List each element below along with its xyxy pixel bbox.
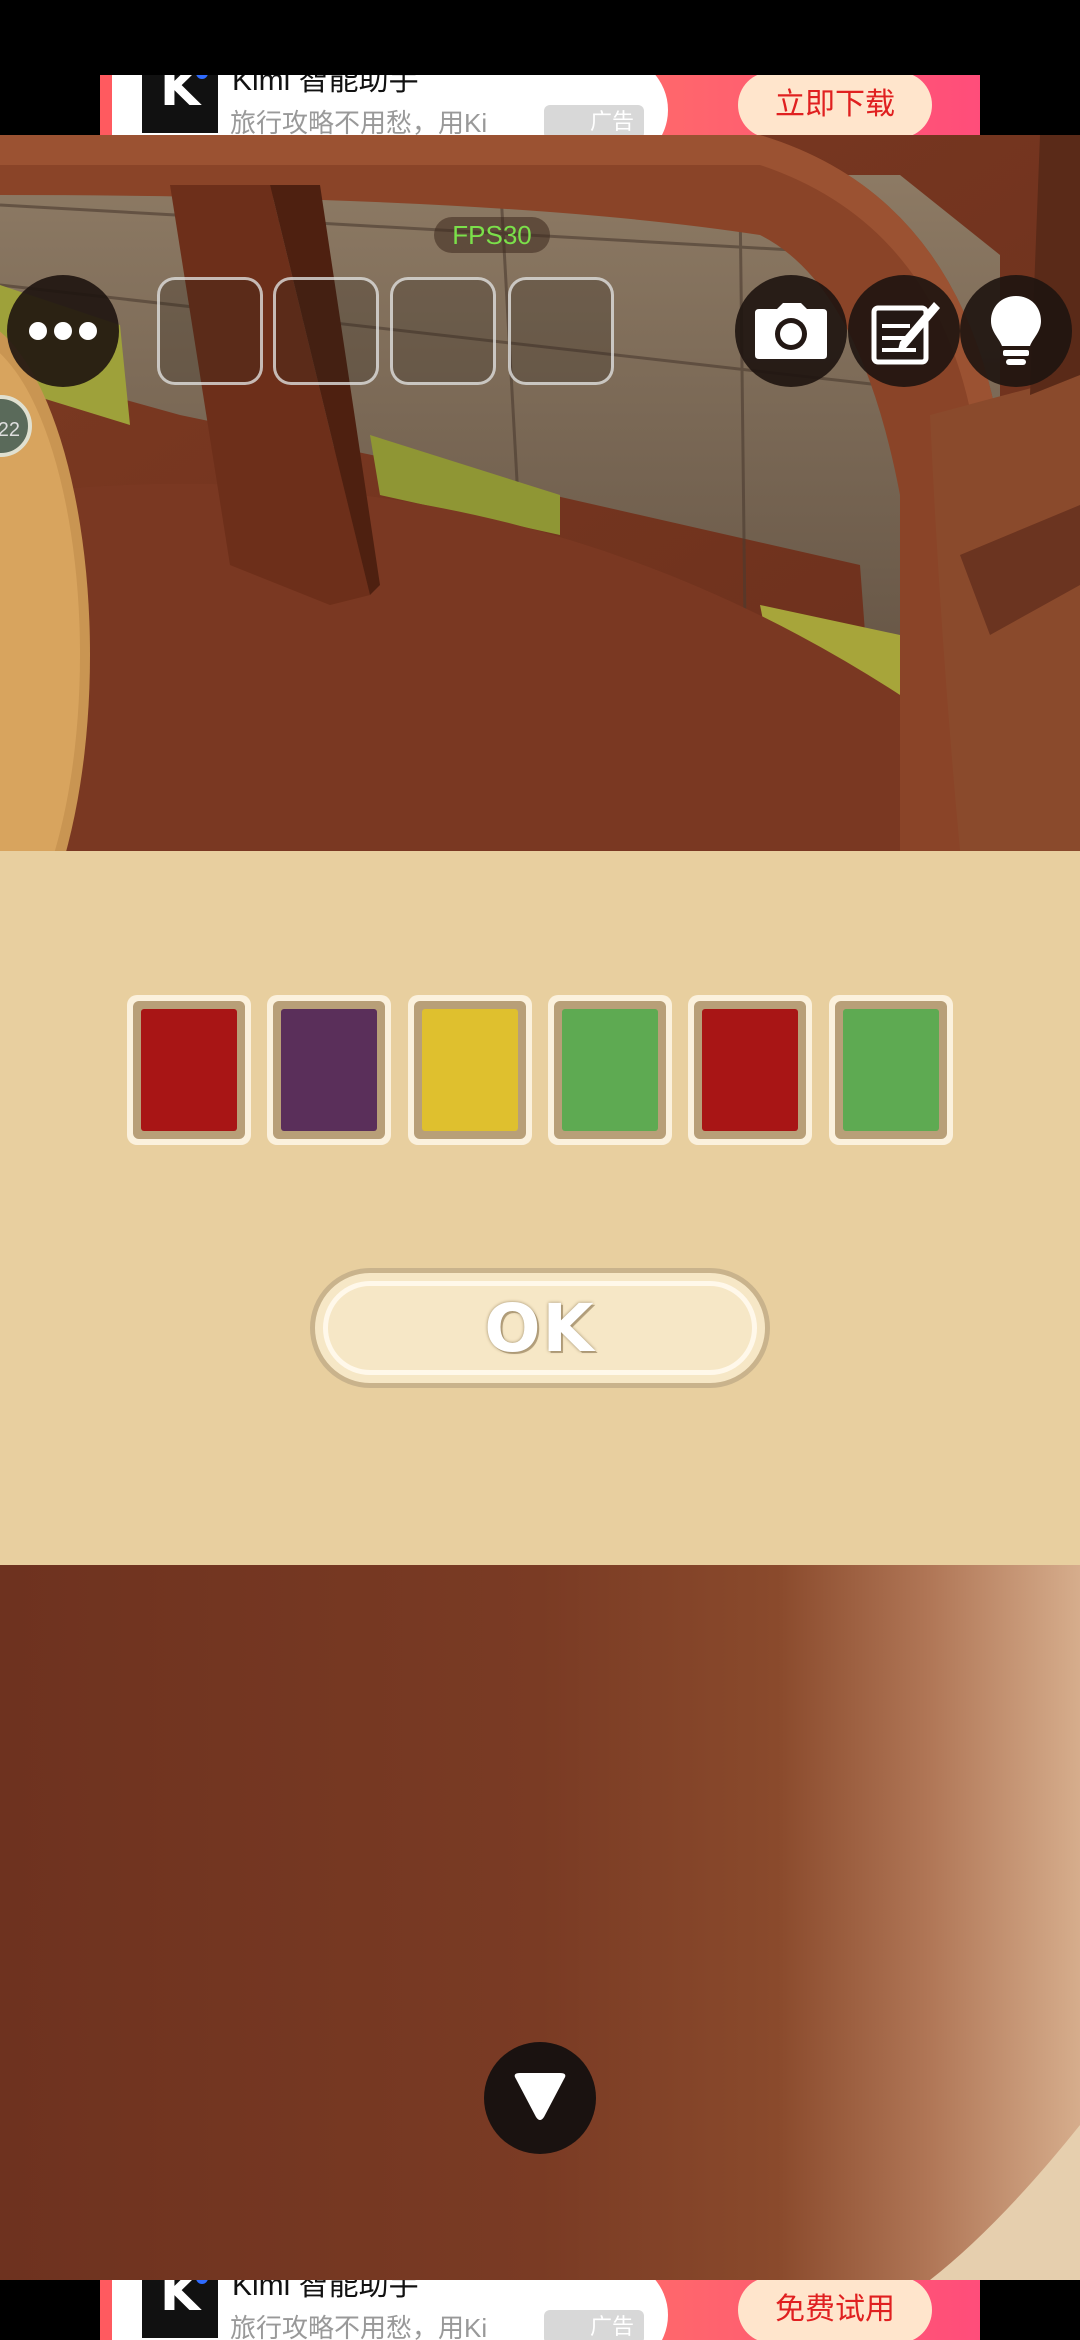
ad-title: Kimi 智能助手 <box>232 2280 419 2302</box>
ad-tag: 广告 <box>544 2310 644 2340</box>
color-tile-6[interactable] <box>829 995 953 1145</box>
inventory-slot-1[interactable] <box>157 277 263 385</box>
tile-color-red <box>702 1009 798 1131</box>
down-arrow-icon <box>514 2073 566 2120</box>
notepad-icon <box>871 302 940 365</box>
ok-label: OK <box>484 1289 596 1367</box>
navigate-down-button[interactable] <box>484 2042 596 2154</box>
ad-card: K Kimi 智能助手 旅行攻略不用愁，用Ki 广告 <box>112 75 668 135</box>
kimi-logo-icon: K <box>142 2280 218 2338</box>
hint-button[interactable] <box>960 275 1072 387</box>
kimi-logo-icon: K <box>142 75 218 133</box>
ok-button[interactable]: OK <box>310 1268 770 1388</box>
inventory-slot-4[interactable] <box>508 277 614 385</box>
tile-color-green <box>843 1009 939 1131</box>
ad-card: K Kimi 智能助手 旅行攻略不用愁，用Ki 广告 <box>112 2280 668 2340</box>
tile-color-yellow <box>422 1009 518 1131</box>
tile-color-purple <box>281 1009 377 1131</box>
ad-tag: 广告 <box>544 105 644 135</box>
fps-counter: FPS30 <box>434 217 550 253</box>
inventory-slot-2[interactable] <box>273 277 379 385</box>
lightbulb-icon <box>991 296 1041 365</box>
color-tile-1[interactable] <box>127 995 251 1145</box>
inventory-slot-3[interactable] <box>390 277 496 385</box>
camera-icon <box>755 303 827 359</box>
ad-trial-button[interactable]: 免费试用 <box>738 2280 932 2340</box>
ad-subtitle: 旅行攻略不用愁，用Ki <box>230 108 488 135</box>
ad-banner-top[interactable]: K Kimi 智能助手 旅行攻略不用愁，用Ki 广告 立即下载 <box>100 75 980 135</box>
ad-banner-bottom[interactable]: K Kimi 智能助手 旅行攻略不用愁，用Ki 广告 免费试用 <box>100 2280 980 2340</box>
color-tile-3[interactable] <box>408 995 532 1145</box>
color-tile-4[interactable] <box>548 995 672 1145</box>
color-tile-2[interactable] <box>267 995 391 1145</box>
ad-title: Kimi 智能助手 <box>232 75 419 97</box>
ad-download-button[interactable]: 立即下载 <box>738 75 932 135</box>
color-puzzle-panel <box>0 851 1080 1565</box>
camera-button[interactable] <box>735 275 847 387</box>
tile-color-green <box>562 1009 658 1131</box>
more-menu-button[interactable] <box>7 275 119 387</box>
color-tile-5[interactable] <box>688 995 812 1145</box>
more-dots-icon <box>29 322 97 340</box>
game-scene-lower <box>0 1565 1080 2280</box>
notes-button[interactable] <box>848 275 960 387</box>
tile-color-red <box>141 1009 237 1131</box>
ad-subtitle: 旅行攻略不用愁，用Ki <box>230 2313 488 2340</box>
scene-lower-artwork <box>120 1565 1080 2280</box>
